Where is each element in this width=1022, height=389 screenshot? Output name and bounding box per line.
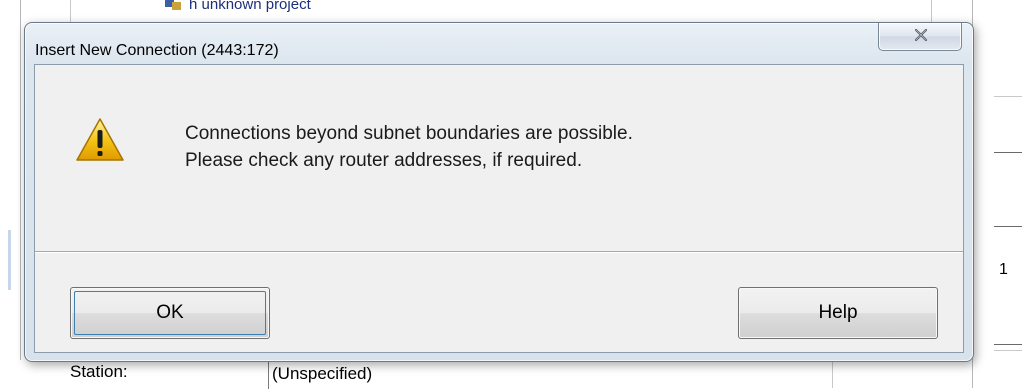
insert-connection-dialog: Insert New Connection (2443:172) Connect… — [24, 22, 974, 362]
right-panel-rule — [994, 226, 1022, 227]
right-panel-rule — [994, 96, 1022, 97]
warning-icon — [76, 118, 124, 161]
scroll-marker — [8, 230, 11, 290]
message-text: Connections beyond subnet boundaries are… — [185, 120, 633, 174]
station-label: Station: — [70, 362, 128, 381]
dialog-title: Insert New Connection (2443:172) — [35, 42, 279, 59]
station-value: (Unspecified) — [272, 364, 373, 383]
project-icon — [165, 0, 181, 10]
right-panel-rule — [994, 152, 1022, 153]
right-panel — [972, 0, 1022, 388]
focus-ring — [74, 291, 266, 335]
tree-item-label: h unknown project — [189, 0, 311, 13]
button-separator-highlight — [35, 252, 963, 253]
close-icon — [914, 28, 928, 42]
right-panel-rule — [994, 350, 1022, 351]
tree-item-project[interactable]: h unknown project — [163, 0, 311, 14]
ok-button[interactable]: OK — [70, 287, 270, 339]
message-line: Connections beyond subnet boundaries are… — [185, 123, 633, 144]
message-area: Connections beyond subnet boundaries are… — [35, 65, 963, 251]
dialog-titlebar[interactable]: Insert New Connection (2443:172) — [25, 23, 973, 63]
help-button-label: Help — [818, 302, 858, 323]
help-button[interactable]: Help — [738, 287, 938, 339]
tree-view: h unknown project — [70, 0, 932, 24]
message-line: Please check any router addresses, if re… — [185, 150, 583, 171]
right-panel-value: 1 — [999, 261, 1008, 278]
close-button[interactable] — [878, 23, 962, 51]
left-panel — [0, 0, 21, 388]
dialog-body: Connections beyond subnet boundaries are… — [34, 64, 964, 353]
right-panel-rule — [994, 344, 1022, 345]
